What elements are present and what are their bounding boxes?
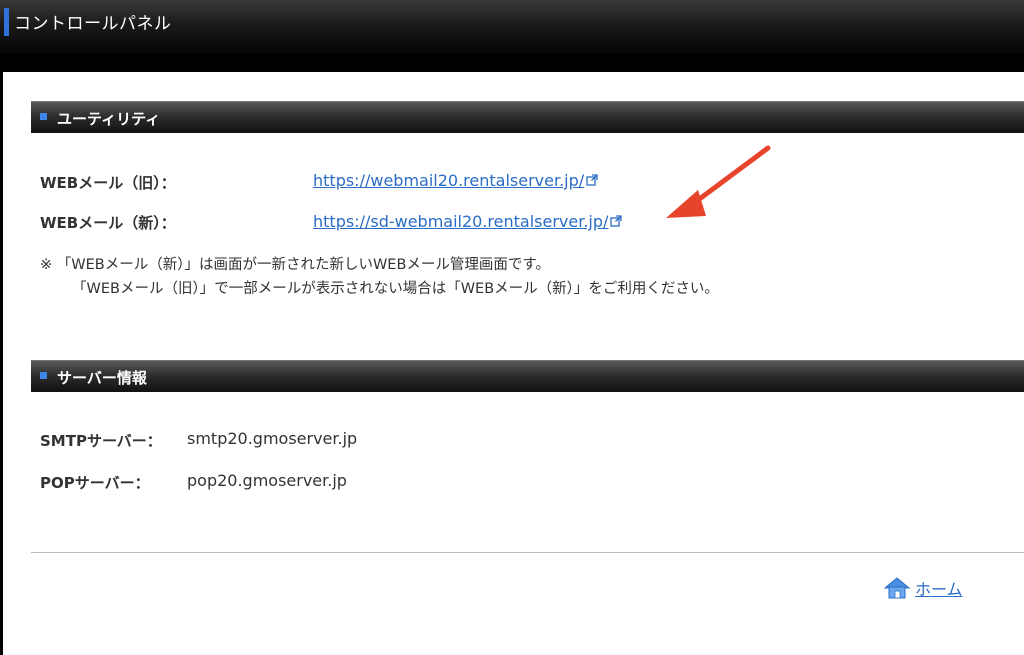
page-title: コントロールパネル	[14, 14, 172, 34]
home-link-label[interactable]: ホーム	[915, 576, 963, 600]
pop-server-label: POPサーバー：	[40, 474, 150, 492]
home-icon	[883, 577, 911, 599]
smtp-server-value: smtp20.gmoserver.jp	[187, 429, 358, 448]
top-bar: コントロールパネル	[0, 0, 1024, 54]
webmail-old-link[interactable]: https://webmail20.rentalserver.jp/	[313, 171, 598, 190]
webmail-new-link[interactable]: https://sd-webmail20.rentalserver.jp/	[313, 212, 623, 231]
external-link-icon	[610, 215, 623, 227]
annotation-arrow-icon	[666, 145, 771, 218]
webmail-old-label: WEBメール（旧）：	[40, 174, 176, 192]
title-accent	[4, 8, 9, 36]
footer-divider	[31, 552, 1024, 553]
server-info-section-title: サーバー情報	[57, 369, 147, 387]
pop-server-value: pop20.gmoserver.jp	[187, 471, 347, 490]
server-info-section-header: サーバー情報	[31, 360, 1024, 392]
webmail-new-link-text[interactable]: https://sd-webmail20.rentalserver.jp/	[313, 212, 608, 231]
external-link-icon	[586, 174, 598, 186]
webmail-note-line2: 「WEBメール（旧）」で一部メールが表示されない場合は「WEBメール（新）」をご…	[72, 281, 719, 297]
utility-section-title: ユーティリティ	[57, 110, 161, 128]
section-bullet-icon	[40, 113, 47, 120]
section-bullet-icon	[40, 372, 47, 379]
home-link[interactable]: ホーム	[883, 576, 963, 600]
content-panel: ユーティリティ WEBメール（旧）： https://webmail20.ren…	[3, 72, 1024, 655]
webmail-old-link-text[interactable]: https://webmail20.rentalserver.jp/	[313, 171, 584, 190]
webmail-note-line1: ※ 「WEBメール（新）」は画面が一新された新しいWEBメール管理画面です。	[40, 257, 550, 273]
smtp-server-label: SMTPサーバー：	[40, 432, 162, 450]
webmail-new-label: WEBメール（新）：	[40, 214, 176, 232]
utility-section-header: ユーティリティ	[31, 101, 1024, 133]
